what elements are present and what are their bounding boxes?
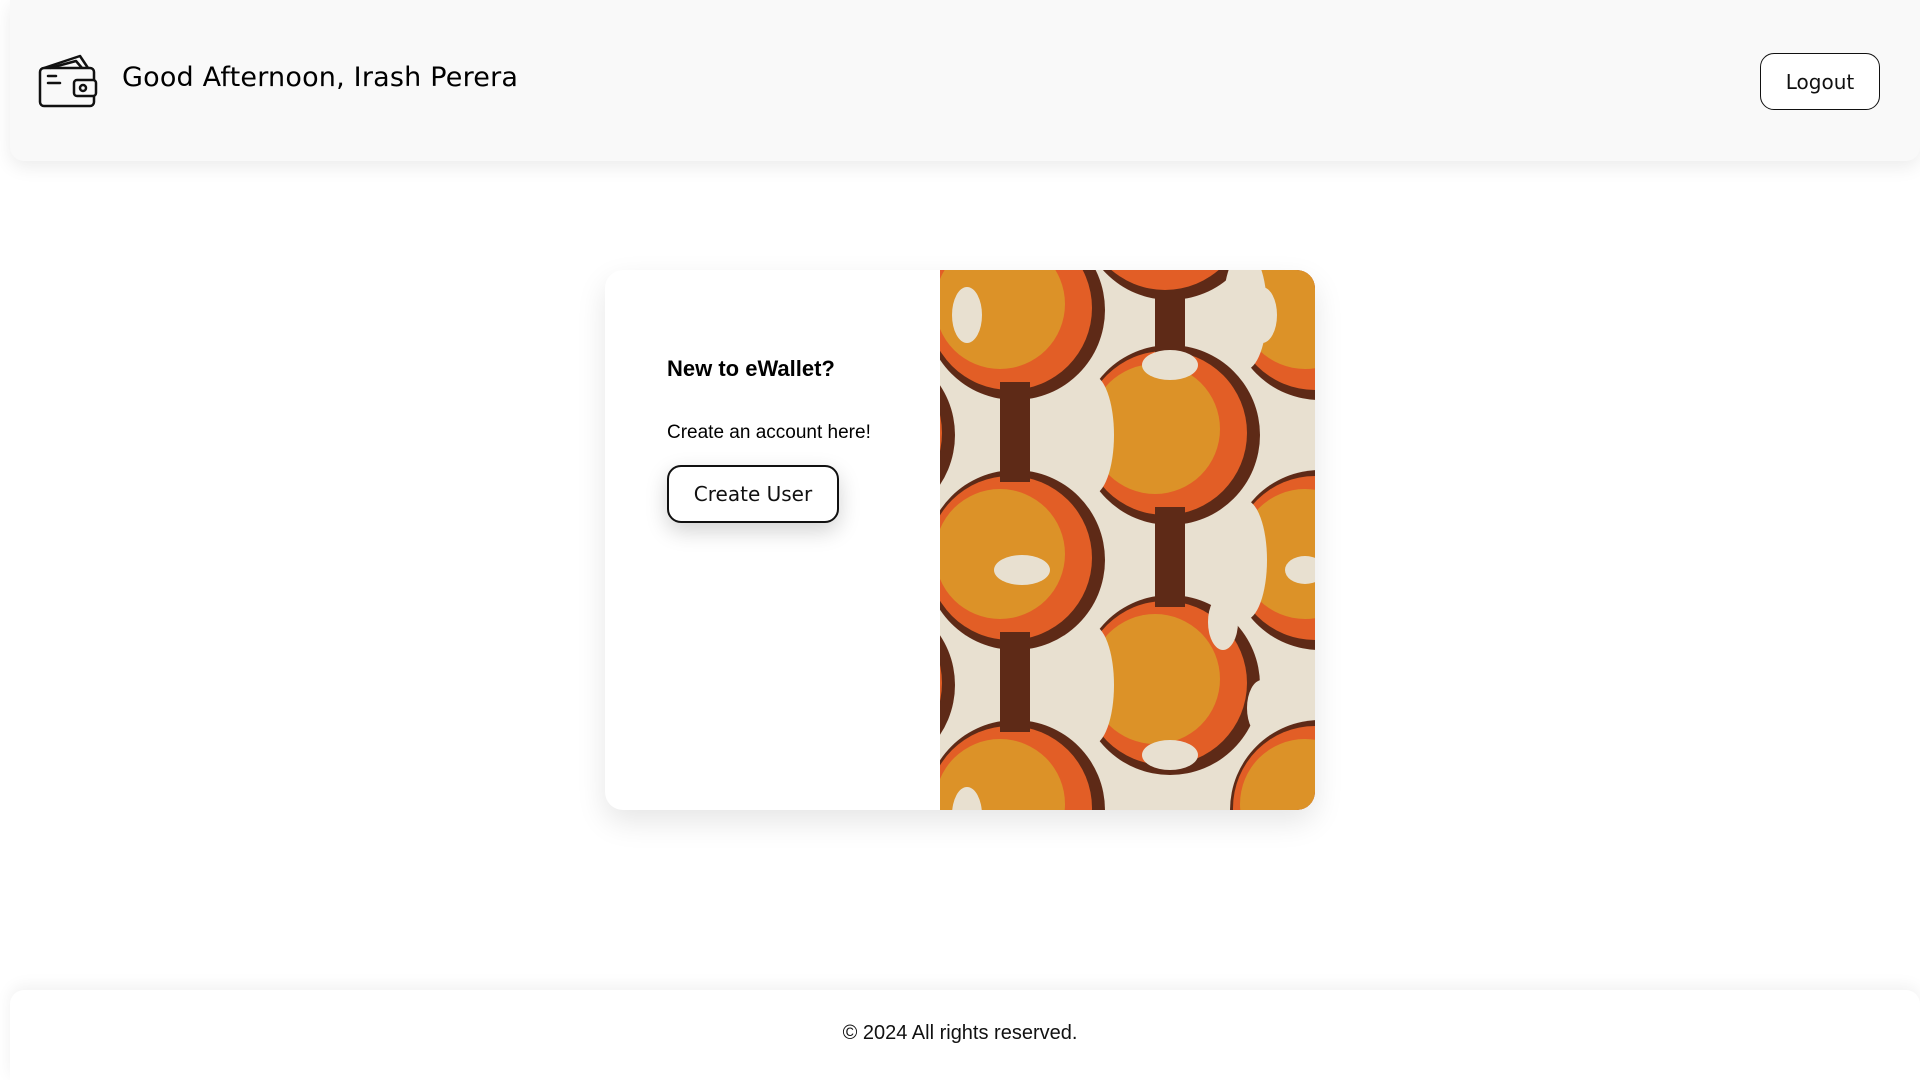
retro-pattern-image [940, 270, 1315, 810]
wallet-icon [38, 54, 98, 108]
create-user-button[interactable]: Create User [667, 465, 839, 523]
greeting-text: Good Afternoon, Irash Perera [122, 62, 519, 93]
retro-pattern-graphic [940, 270, 1315, 810]
signup-card-content: New to eWallet? Create an account here! … [605, 270, 940, 810]
card-title: New to eWallet? [667, 356, 835, 381]
logout-button[interactable]: Logout [1760, 53, 1880, 110]
top-bar: Good Afternoon, Irash Perera Logout [10, 0, 1920, 161]
signup-card: New to eWallet? Create an account here! … [605, 270, 1315, 810]
copyright-text: © 2024 All rights reserved. [842, 1022, 1078, 1044]
card-text: Create an account here! [667, 422, 871, 443]
